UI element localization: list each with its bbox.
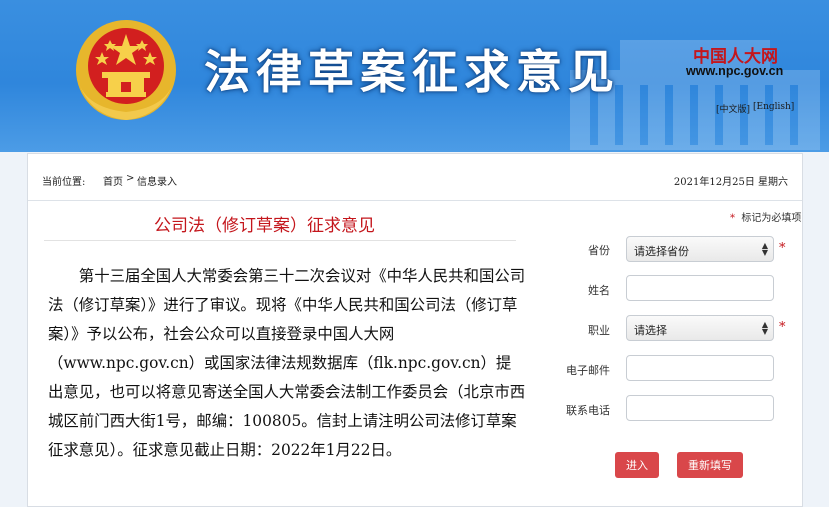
lang-chinese-link[interactable]: [中文版]	[716, 102, 750, 115]
occupation-select-value: 请选择	[634, 324, 667, 337]
occupation-label: 职业	[588, 324, 610, 337]
email-label: 电子邮件	[566, 364, 610, 377]
occupation-select[interactable]: 请选择 ▲ ▼	[626, 315, 774, 341]
site-title: 法律草案征求意见	[204, 45, 620, 99]
site-banner: 法律草案征求意见 中国人大网 www.npc.gov.cn [中文版] [Eng…	[0, 0, 829, 152]
title-divider	[44, 240, 516, 241]
npc-url[interactable]: www.npc.gov.cn	[686, 64, 783, 78]
required-note-text: 标记为必填项	[741, 213, 802, 224]
province-required-star: *	[779, 241, 786, 256]
article-paragraph: 第十三届全国人大常委会第三十二次会议对《中华人民共和国公司法（修订草案）》进行了…	[48, 267, 526, 459]
select-arrows-icon: ▲ ▼	[761, 320, 768, 336]
national-emblem-icon	[76, 20, 176, 120]
required-note: * 标记为必填项	[730, 209, 801, 224]
breadcrumb-prefix: 当前位置:	[42, 177, 86, 188]
name-label: 姓名	[588, 284, 610, 297]
lang-english-link[interactable]: [English]	[753, 102, 794, 112]
reset-button[interactable]: 重新填写	[677, 452, 743, 478]
name-input[interactable]	[626, 275, 774, 301]
province-select-value: 请选择省份	[634, 245, 689, 258]
occupation-required-star: *	[779, 320, 786, 335]
breadcrumb-current: 信息录入	[137, 177, 177, 188]
required-note-star: *	[730, 213, 735, 224]
email-input[interactable]	[626, 355, 774, 381]
submit-button[interactable]: 进入	[615, 452, 659, 478]
province-label: 省份	[588, 244, 610, 257]
article-body: 第十三届全国人大常委会第三十二次会议对《中华人民共和国公司法（修订草案）》进行了…	[48, 262, 526, 465]
breadcrumb-home-link[interactable]: 首页	[103, 173, 123, 188]
province-select[interactable]: 请选择省份 ▲ ▼	[626, 236, 774, 262]
breadcrumb-separator: >	[126, 173, 135, 184]
select-arrows-icon: ▲ ▼	[761, 241, 768, 257]
article-title: 公司法（修订草案）征求意见	[154, 216, 375, 236]
opinion-form: * 标记为必填项 省份 请选择省份 ▲ ▼ * 姓名 职业 请选择 ▲ ▼ * 电子…	[548, 154, 802, 506]
phone-label: 联系电话	[566, 404, 610, 417]
main-panel: 当前位置: 首页 > 信息录入 2021年12月25日 星期六 公司法（修订草案…	[27, 153, 803, 507]
phone-input[interactable]	[626, 395, 774, 421]
